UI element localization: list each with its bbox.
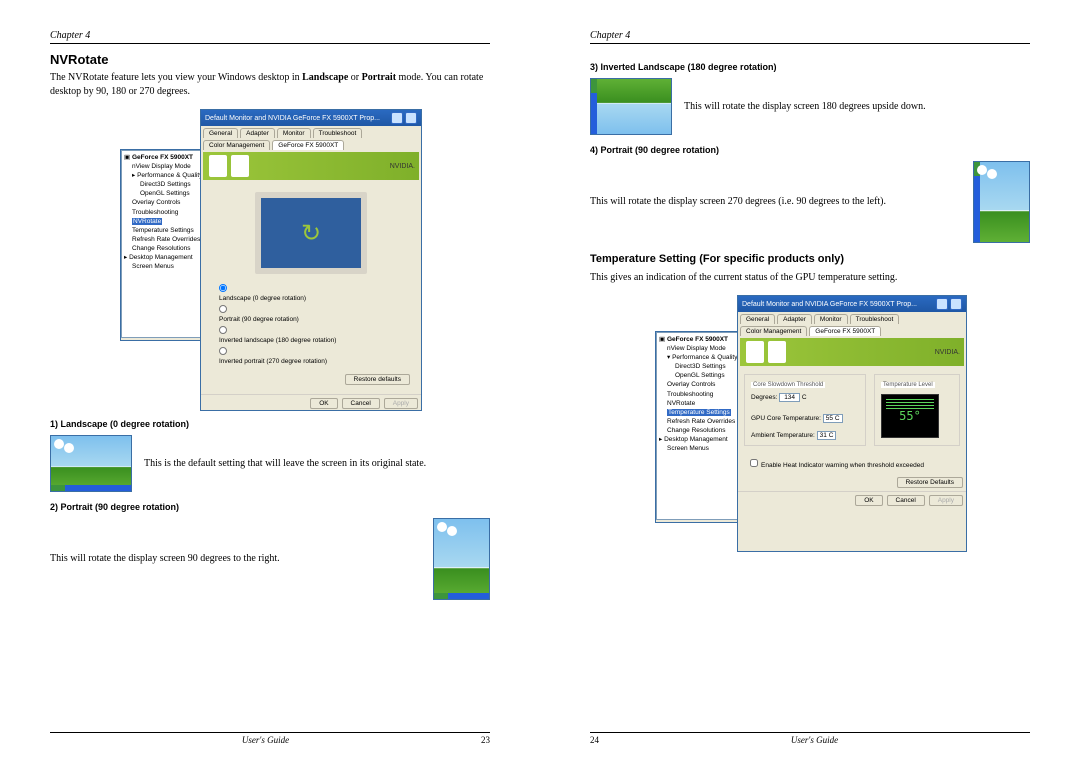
tree-selected: NVRotate bbox=[132, 218, 162, 225]
sub3-row: This will rotate the display screen 180 … bbox=[590, 78, 1030, 135]
tree-selected-temp: Temperature Settings bbox=[667, 409, 731, 416]
help-icon bbox=[391, 112, 403, 124]
apply-button: Apply bbox=[929, 495, 963, 506]
help-icon bbox=[936, 298, 948, 310]
radio-inverted-landscape bbox=[219, 326, 227, 334]
heading-nvrotate: NVRotate bbox=[50, 52, 490, 67]
cancel-button: Cancel bbox=[887, 495, 925, 506]
footer-guide: User's Guide bbox=[242, 735, 289, 745]
ok-button: OK bbox=[310, 398, 337, 409]
sub4-row: This will rotate the display screen 270 … bbox=[590, 161, 1030, 243]
thumb-landscape bbox=[50, 435, 132, 492]
sub4-text: This will rotate the display screen 270 … bbox=[590, 195, 961, 209]
temperature-screenshot: ▣ GeForce FX 5900XT nView Display Mode ▾… bbox=[655, 295, 965, 550]
tab-row: General Adapter Monitor Troubleshoot Col… bbox=[201, 126, 421, 150]
thumb-portrait bbox=[433, 518, 490, 600]
titlebar-temp: Default Monitor and NVIDIA GeForce FX 59… bbox=[738, 296, 966, 312]
radio-inverted-portrait bbox=[219, 347, 227, 355]
degrees-value: 134 bbox=[779, 393, 800, 402]
restore-defaults-button: Restore defaults bbox=[345, 374, 410, 385]
close-icon bbox=[405, 112, 417, 124]
cancel-button: Cancel bbox=[342, 398, 380, 409]
intro-text: The NVRotate feature lets you view your … bbox=[50, 71, 490, 99]
heading-temperature: Temperature Setting (For specific produc… bbox=[590, 253, 1030, 265]
nvrotate-screenshot: ▣ GeForce FX 5900XT nView Display Mode ▸… bbox=[120, 109, 420, 409]
page-number: 24 bbox=[590, 735, 599, 745]
ambient-temp-value: 31 C bbox=[817, 431, 837, 440]
temperature-level-group: Temperature Level 55° bbox=[874, 374, 960, 446]
close-icon bbox=[950, 298, 962, 310]
sub1-row: This is the default setting that will le… bbox=[50, 435, 490, 492]
rotation-radios: Landscape (0 degree rotation) Portrait (… bbox=[209, 280, 413, 371]
nvidia-logo-icon: NVIDIA. bbox=[390, 163, 415, 170]
tab-row-temp: General Adapter Monitor Troubleshoot Col… bbox=[738, 312, 966, 336]
sub1-text: This is the default setting that will le… bbox=[144, 457, 490, 471]
page-24: Chapter 4 3) Inverted Landscape (180 deg… bbox=[540, 0, 1080, 763]
restore-defaults-button: Restore Defaults bbox=[897, 477, 963, 488]
sub2-heading: 2) Portrait (90 degree rotation) bbox=[50, 502, 490, 512]
nvidia-logo-icon: NVIDIA. bbox=[935, 349, 960, 356]
chapter-header: Chapter 4 bbox=[590, 30, 1030, 44]
temperature-intro: This gives an indication of the current … bbox=[590, 271, 1030, 285]
ok-button: OK bbox=[855, 495, 882, 506]
monitor-illustration: ↻ bbox=[255, 192, 367, 274]
radio-portrait90 bbox=[219, 305, 227, 313]
titlebar: Default Monitor and NVIDIA GeForce FX 59… bbox=[201, 110, 421, 126]
temperature-gauge: 55° bbox=[881, 394, 939, 438]
footer: 24 User's Guide bbox=[590, 732, 1030, 745]
nvidia-banner: NVIDIA. bbox=[740, 338, 964, 366]
window-buttons bbox=[391, 112, 417, 124]
footer: User's Guide 23 bbox=[50, 732, 490, 745]
sub3-heading: 3) Inverted Landscape (180 degree rotati… bbox=[590, 62, 1030, 72]
page-23: Chapter 4 NVRotate The NVRotate feature … bbox=[0, 0, 540, 763]
properties-window-temp: Default Monitor and NVIDIA GeForce FX 59… bbox=[737, 295, 967, 552]
chapter-header: Chapter 4 bbox=[50, 30, 490, 44]
thumb-portrait-left bbox=[973, 161, 1030, 243]
tab-geforce: GeForce FX 5900XT bbox=[272, 140, 344, 150]
sub1-heading: 1) Landscape (0 degree rotation) bbox=[50, 419, 490, 429]
properties-window: Default Monitor and NVIDIA GeForce FX 59… bbox=[200, 109, 422, 411]
thumb-inverted-landscape bbox=[590, 78, 672, 135]
gpu-temp-value: 55 C bbox=[823, 414, 843, 423]
apply-button: Apply bbox=[384, 398, 418, 409]
sub3-text: This will rotate the display screen 180 … bbox=[684, 100, 1030, 114]
footer-guide: User's Guide bbox=[791, 735, 838, 745]
radio-landscape bbox=[219, 284, 227, 292]
sub2-row: This will rotate the display screen 90 d… bbox=[50, 518, 490, 600]
window-buttons bbox=[936, 298, 962, 310]
nvidia-banner: NVIDIA. bbox=[203, 152, 419, 180]
page-number: 23 bbox=[481, 735, 490, 745]
sub2-text: This will rotate the display screen 90 d… bbox=[50, 552, 421, 566]
heat-indicator-checkbox bbox=[750, 459, 758, 467]
core-slowdown-group: Core Slowdown Threshold Degrees: 134 C G… bbox=[744, 374, 866, 446]
sub4-heading: 4) Portrait (90 degree rotation) bbox=[590, 145, 1030, 155]
gauge-reading: 55° bbox=[899, 409, 921, 423]
